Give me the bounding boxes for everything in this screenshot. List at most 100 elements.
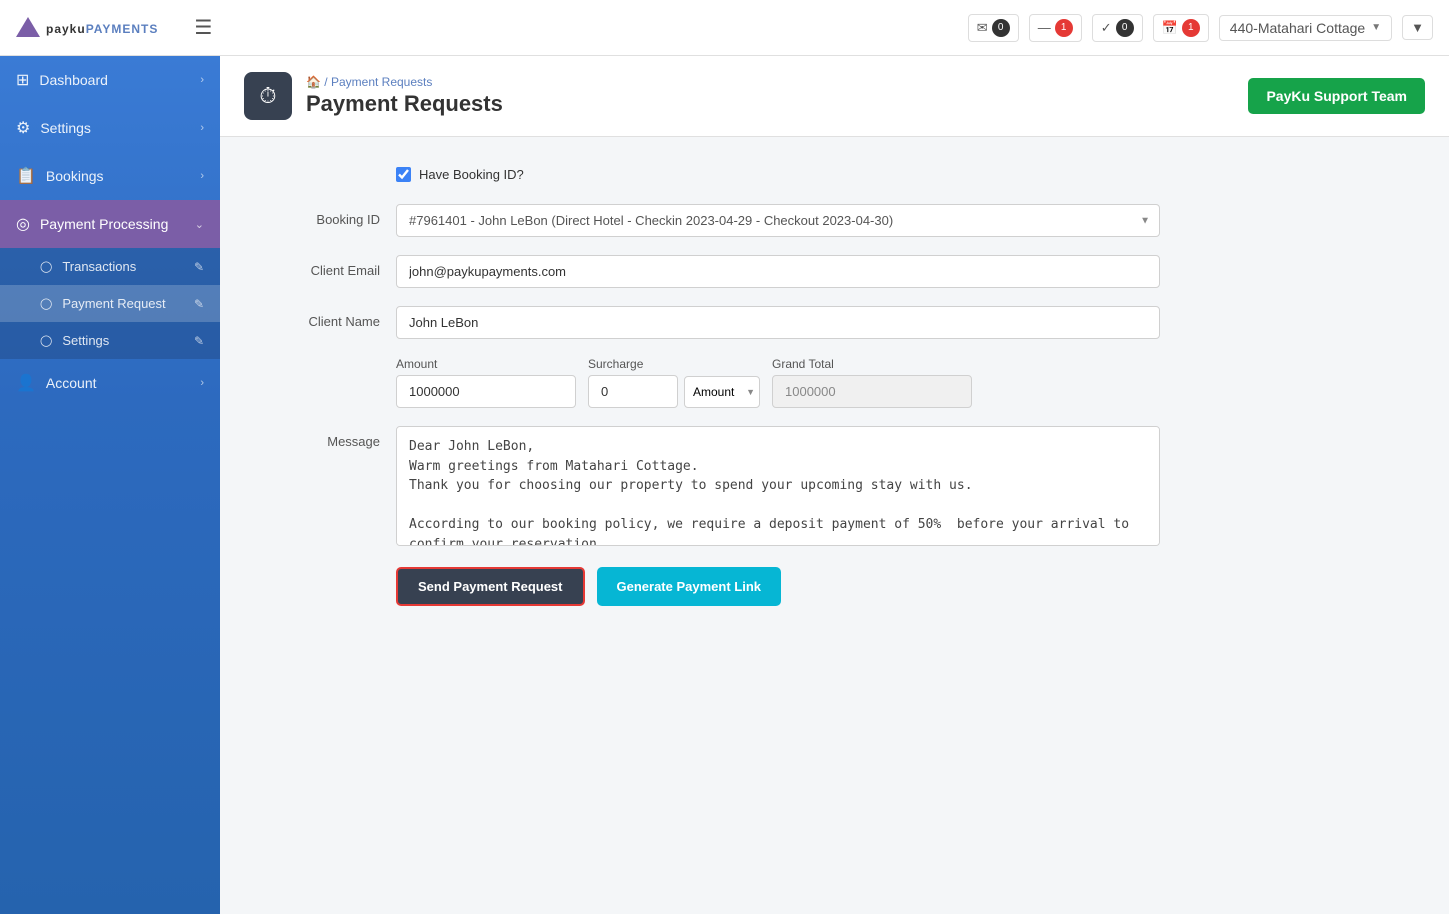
- transactions-circle-icon: ◯: [40, 260, 52, 273]
- client-email-input[interactable]: [396, 255, 1160, 288]
- payment-request-circle-icon: ◯: [40, 297, 52, 310]
- client-name-label: Client Name: [260, 306, 380, 329]
- surcharge-type-select[interactable]: Amount Percent: [684, 376, 760, 408]
- logo: paykuPAYMENTS: [16, 16, 158, 39]
- notification-calendar[interactable]: 📅 1: [1153, 14, 1209, 42]
- booking-id-select-wrapper: #7961401 - John LeBon (Direct Hotel - Ch…: [396, 204, 1160, 237]
- send-payment-request-button[interactable]: Send Payment Request: [396, 567, 585, 606]
- support-button[interactable]: PayKu Support Team: [1248, 78, 1425, 114]
- sidebar-label-dashboard: Dashboard: [39, 72, 108, 88]
- amount-row: Amount Surcharge Amount Percent: [260, 357, 1160, 408]
- chevron-right-icon: ›: [200, 170, 204, 182]
- surcharge-label: Surcharge: [588, 357, 760, 371]
- check-badge: 0: [1116, 19, 1134, 37]
- sidebar-item-payment-request[interactable]: ◯ Payment Request ✎: [0, 285, 220, 322]
- sidebar-label-payment-processing: Payment Processing: [40, 216, 168, 232]
- sidebar-label-payment-request: Payment Request: [62, 296, 165, 311]
- client-name-input[interactable]: [396, 306, 1160, 339]
- sidebar-label-account: Account: [46, 375, 97, 391]
- page-header: ⏱ 🏠 / Payment Requests Payment Requests …: [220, 56, 1449, 137]
- amount-group: Amount Surcharge Amount Percent: [396, 357, 1160, 408]
- notification-dash[interactable]: — 1: [1029, 14, 1082, 42]
- sidebar: ⊞ Dashboard › ⚙ Settings › 📋 Bookings › …: [0, 56, 220, 914]
- top-header: paykuPAYMENTS ☰ ✉ 0 — 1 ✓ 0 📅 1 440-Mata…: [0, 0, 1449, 56]
- account-icon: 👤: [16, 373, 36, 393]
- property-name: 440-Matahari Cottage: [1230, 20, 1365, 36]
- breadcrumb-text: / Payment Requests: [324, 75, 432, 89]
- amount-field-label: Amount: [396, 357, 576, 371]
- amount-input[interactable]: [396, 375, 576, 408]
- check-icon: ✓: [1101, 20, 1112, 36]
- calendar-badge: 1: [1182, 19, 1200, 37]
- dash-badge: 1: [1055, 19, 1073, 37]
- client-name-row: Client Name: [260, 306, 1160, 339]
- button-row: Send Payment Request Generate Payment Li…: [396, 567, 1160, 606]
- payment-settings-circle-icon: ◯: [40, 334, 52, 347]
- grand-total-block: Grand Total: [772, 357, 972, 408]
- have-booking-id-row: Have Booking ID?: [396, 167, 1160, 182]
- generate-payment-link-button[interactable]: Generate Payment Link: [597, 567, 782, 606]
- chevron-right-icon: ›: [200, 74, 204, 86]
- booking-id-row: Booking ID #7961401 - John LeBon (Direct…: [260, 204, 1160, 237]
- edit-icon: ✎: [194, 334, 204, 348]
- sidebar-item-dashboard[interactable]: ⊞ Dashboard ›: [0, 56, 220, 104]
- sidebar-item-transactions[interactable]: ◯ Transactions ✎: [0, 248, 220, 285]
- breadcrumb: 🏠 / Payment Requests: [306, 75, 503, 89]
- content-area: ⏱ 🏠 / Payment Requests Payment Requests …: [220, 56, 1449, 914]
- message-textarea[interactable]: Dear John LeBon, Warm greetings from Mat…: [396, 426, 1160, 546]
- client-email-label: Client Email: [260, 255, 380, 278]
- logo-triangle: [16, 17, 40, 37]
- payment-processing-icon: ◎: [16, 214, 30, 234]
- message-row: Message Dear John LeBon, Warm greetings …: [260, 426, 1160, 549]
- amount-block: Amount: [396, 357, 576, 408]
- have-booking-id-label: Have Booking ID?: [419, 167, 524, 182]
- logo-text: paykuPAYMENTS: [46, 16, 158, 38]
- sidebar-label-settings: Settings: [40, 120, 91, 136]
- edit-icon: ✎: [194, 297, 204, 311]
- header-extra-dropdown[interactable]: ▼: [1402, 15, 1433, 40]
- sidebar-item-settings[interactable]: ⚙ Settings ›: [0, 104, 220, 152]
- breadcrumb-link[interactable]: 🏠: [306, 75, 321, 89]
- chevron-down-icon: ▼: [1411, 20, 1424, 35]
- header-right: ✉ 0 — 1 ✓ 0 📅 1 440-Matahari Cottage ▼ ▼: [968, 14, 1433, 42]
- message-wrapper: Dear John LeBon, Warm greetings from Mat…: [396, 426, 1160, 549]
- sidebar-label-transactions: Transactions: [62, 259, 136, 274]
- email-badge: 0: [992, 19, 1010, 37]
- grand-total-input: [772, 375, 972, 408]
- settings-icon: ⚙: [16, 118, 30, 138]
- payment-sub-menu: ◯ Transactions ✎ ◯ Payment Request ✎ ◯ S…: [0, 248, 220, 359]
- form-area: Have Booking ID? Booking ID #7961401 - J…: [220, 137, 1200, 636]
- property-selector[interactable]: 440-Matahari Cottage ▼: [1219, 15, 1392, 41]
- client-email-row: Client Email: [260, 255, 1160, 288]
- message-label: Message: [260, 426, 380, 449]
- grand-total-label: Grand Total: [772, 357, 972, 371]
- surcharge-type-wrapper: Amount Percent: [684, 376, 760, 408]
- page-icon-box: ⏱: [244, 72, 292, 120]
- notification-email[interactable]: ✉ 0: [968, 14, 1019, 42]
- edit-icon: ✎: [194, 260, 204, 274]
- surcharge-block: Surcharge Amount Percent: [588, 357, 760, 408]
- bookings-icon: 📋: [16, 166, 36, 186]
- notification-check[interactable]: ✓ 0: [1092, 14, 1143, 42]
- sidebar-label-bookings: Bookings: [46, 168, 104, 184]
- sidebar-item-payment-settings[interactable]: ◯ Settings ✎: [0, 322, 220, 359]
- booking-id-select[interactable]: #7961401 - John LeBon (Direct Hotel - Ch…: [396, 204, 1160, 237]
- surcharge-input[interactable]: [588, 375, 678, 408]
- sidebar-label-payment-settings: Settings: [62, 333, 109, 348]
- hamburger-icon[interactable]: ☰: [194, 15, 212, 40]
- sidebar-item-account[interactable]: 👤 Account ›: [0, 359, 220, 407]
- chevron-down-icon: ⌄: [195, 218, 204, 231]
- page-title: Payment Requests: [306, 91, 503, 117]
- dashboard-icon: ⊞: [16, 70, 29, 90]
- booking-id-label: Booking ID: [260, 204, 380, 227]
- property-dropdown-arrow: ▼: [1371, 22, 1381, 33]
- have-booking-id-checkbox[interactable]: [396, 167, 411, 182]
- page-icon: ⏱: [259, 83, 276, 109]
- sidebar-item-bookings[interactable]: 📋 Bookings ›: [0, 152, 220, 200]
- email-icon: ✉: [977, 20, 988, 36]
- chevron-right-icon: ›: [200, 377, 204, 389]
- calendar-icon: 📅: [1162, 20, 1178, 36]
- dash-icon: —: [1038, 20, 1051, 35]
- main-layout: ⊞ Dashboard › ⚙ Settings › 📋 Bookings › …: [0, 56, 1449, 914]
- sidebar-item-payment-processing[interactable]: ◎ Payment Processing ⌄: [0, 200, 220, 248]
